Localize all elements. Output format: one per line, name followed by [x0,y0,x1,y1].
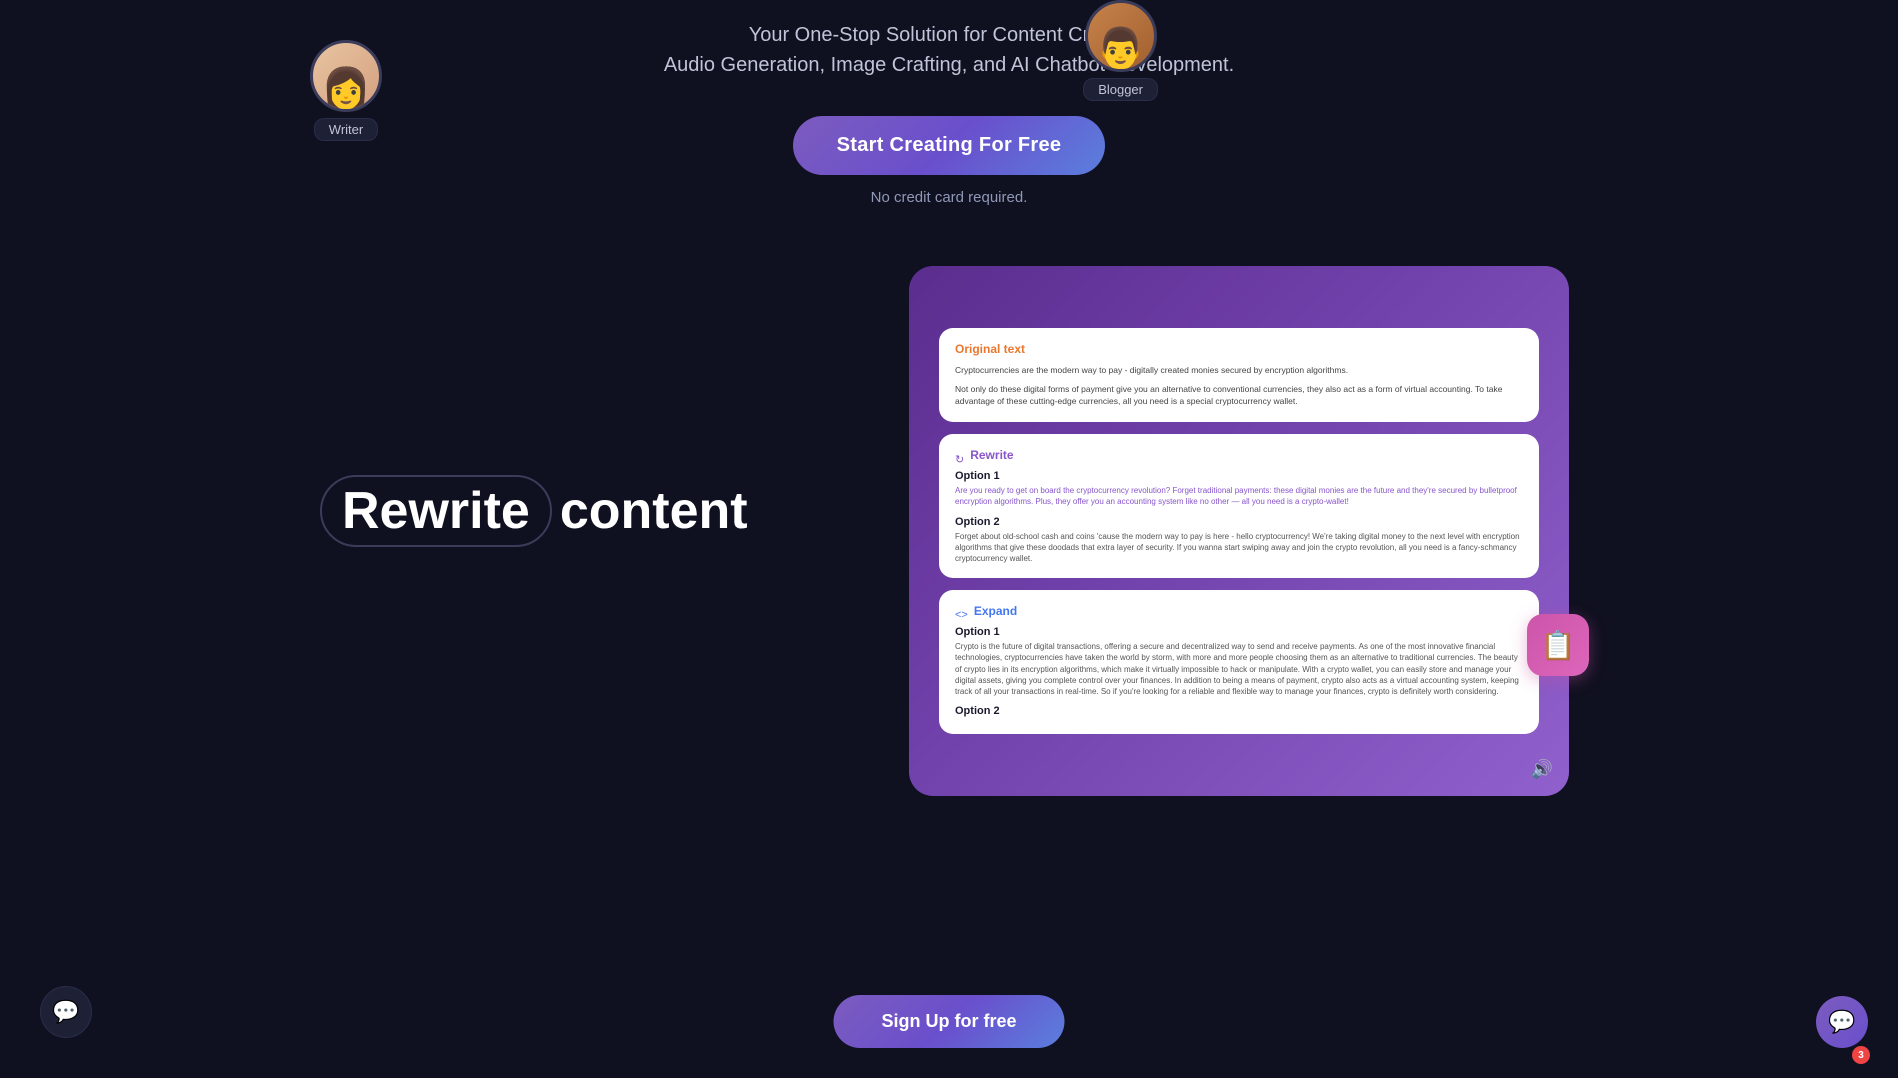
feature-heading-rest: content [560,481,748,541]
notification-badge: 3 [1852,1046,1870,1064]
blogger-label: Blogger [1083,78,1158,101]
rewrite-icon: ↻ [955,453,964,466]
start-creating-button[interactable]: Start Creating For Free [793,116,1106,175]
speaker-icon: 🔊 [1531,759,1553,780]
content-section: Original text Cryptocurrencies are the m… [909,266,1569,796]
writer-figure: 👩 [321,69,371,109]
rewrite-option2-title: Option 2 [955,516,1523,528]
original-text-card: Original text Cryptocurrencies are the m… [939,328,1539,422]
expand-option1-text: Crypto is the future of digital transact… [955,641,1523,697]
original-body2: Not only do these digital forms of payme… [955,383,1523,409]
chat-icon: 💬 [52,999,79,1025]
floating-clipboard-icon: 📋 [1527,614,1589,676]
expand-label: Expand [974,604,1017,618]
cards-container: Original text Cryptocurrencies are the m… [939,328,1539,734]
expand-code-icon: <> [955,609,968,621]
rewrite-card: ↻ Rewrite Option 1 Are you ready to get … [939,434,1539,578]
writer-persona: 👩 Writer [310,40,382,141]
feature-heading-highlight: Rewrite [320,475,552,547]
hero-section: Your One-Stop Solution for Content Creat… [0,0,1898,206]
chat-button[interactable]: 💬 [40,986,92,1038]
rewrite-option1-title: Option 1 [955,470,1523,482]
writer-avatar: 👩 [310,40,382,112]
writer-label: Writer [314,118,378,141]
expand-option2-title: Option 2 [955,705,1523,717]
notification-icon: 💬 [1828,1009,1855,1035]
no-credit-card-text: No credit card required. [871,189,1028,206]
notification-button[interactable]: 💬 [1816,996,1868,1048]
blogger-avatar: 👨 [1085,0,1157,72]
bottom-cta: Sign Up for free [833,995,1064,1048]
rewrite-option1-text: Are you ready to get on board the crypto… [955,485,1523,507]
rewrite-label-row: ↻ Rewrite [955,448,1523,470]
blogger-figure: 👨 [1096,29,1146,69]
rewrite-label: Rewrite [970,448,1013,462]
expand-option1-title: Option 1 [955,626,1523,638]
rewrite-option2-text: Forget about old-school cash and coins '… [955,531,1523,565]
blogger-persona: 👨 Blogger [1083,0,1158,101]
original-label: Original text [955,342,1523,356]
signup-button[interactable]: Sign Up for free [833,995,1064,1048]
expand-card: <> Expand Option 1 Crypto is the future … [939,590,1539,734]
original-body1: Cryptocurrencies are the modern way to p… [955,364,1523,377]
feature-text-area: Rewrite content [320,475,780,547]
feature-heading: Rewrite content [320,475,780,547]
expand-label-row: <> Expand [955,604,1523,626]
